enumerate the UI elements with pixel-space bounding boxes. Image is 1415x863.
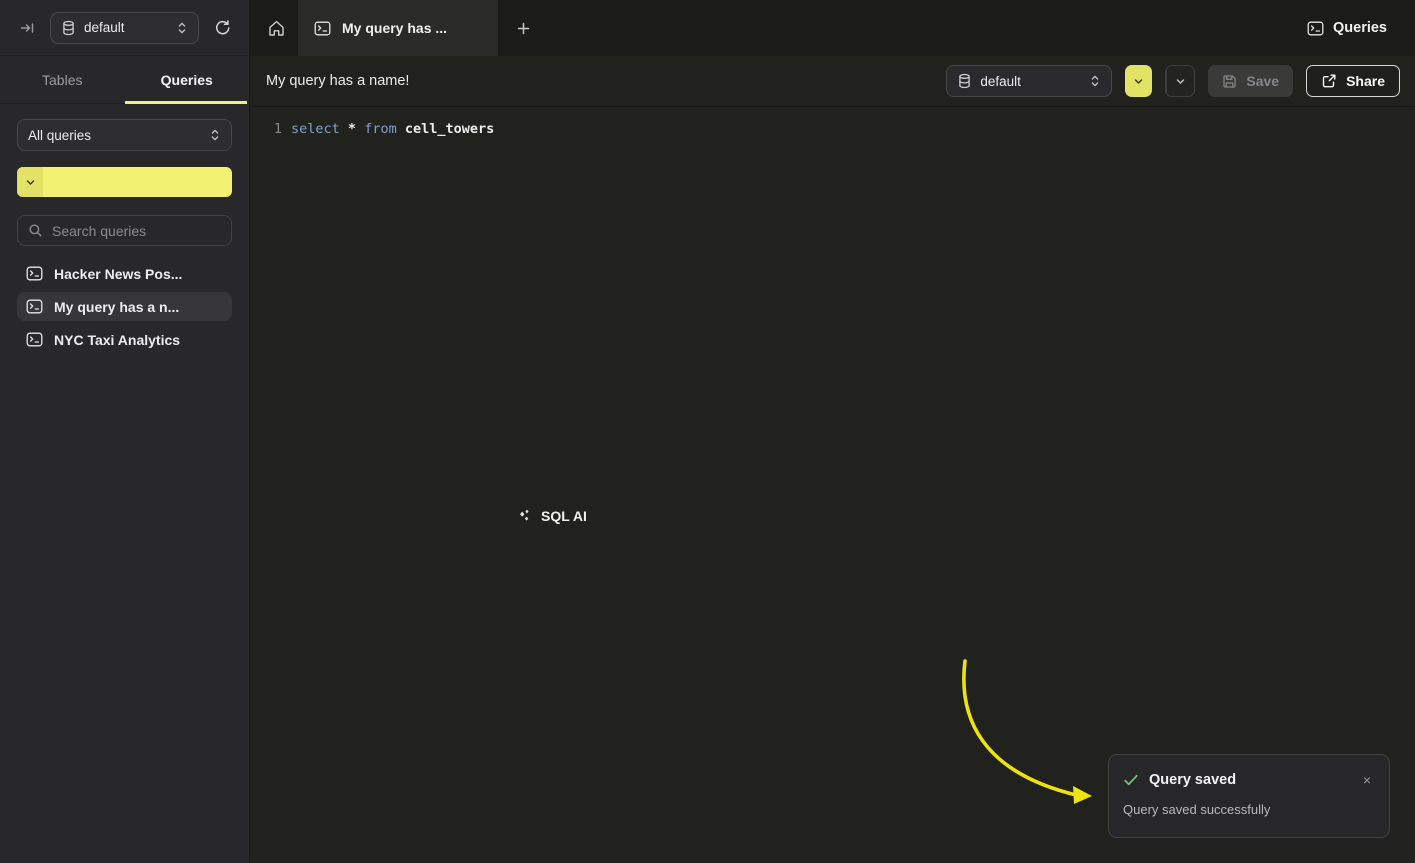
saved-queries-list: Hacker News Pos... My query has a n... [17, 259, 232, 354]
sidebar-tab-tables[interactable]: Tables [0, 56, 125, 103]
sidebar-tab-queries-label: Queries [161, 72, 213, 88]
query-toolbar: My query has a name! default [251, 56, 1415, 107]
share-button[interactable]: Share [1306, 65, 1400, 97]
chevron-down-icon [1175, 76, 1186, 87]
query-filter-value: All queries [28, 128, 201, 143]
queries-panel-button[interactable]: Queries [1307, 0, 1415, 56]
toast-close-button[interactable]: × [1359, 771, 1375, 789]
database-selector-value: default [84, 20, 168, 35]
new-tab-button[interactable] [508, 13, 538, 43]
home-icon [267, 19, 286, 38]
query-title: My query has a name! [266, 73, 409, 89]
save-floppy-icon [1222, 74, 1237, 89]
new-query-dropdown[interactable] [17, 167, 43, 197]
toolbar-database-selector[interactable]: default [946, 65, 1112, 97]
main-panel: My query has a name! default [251, 56, 1415, 863]
tab-strip: My query has ... Queries [250, 0, 1415, 56]
home-button[interactable] [262, 13, 290, 43]
plus-icon [516, 21, 531, 36]
query-terminal-icon [26, 266, 43, 281]
collapse-sidebar-icon [19, 20, 36, 36]
top-bar: default [0, 0, 1415, 56]
new-query-button[interactable]: New query [17, 167, 232, 197]
run-options-dropdown[interactable] [1125, 65, 1152, 97]
line-number: 1 [268, 119, 282, 139]
query-terminal-icon [26, 299, 43, 314]
sidebar-tabs: Tables Queries [0, 56, 249, 104]
toast-message: Query saved successfully [1123, 802, 1375, 817]
toolbar-database-value: default [980, 74, 1081, 89]
run-button[interactable]: Run [1125, 65, 1152, 97]
queries-panel-label: Queries [1333, 20, 1387, 36]
query-list-item[interactable]: My query has a n... [17, 292, 232, 321]
sidebar: Tables Queries All queries New query [0, 56, 250, 863]
tab-my-query[interactable]: My query has ... [298, 0, 498, 56]
search-queries-input[interactable] [52, 223, 233, 239]
database-selector[interactable]: default [50, 12, 199, 44]
refresh-icon [214, 19, 231, 36]
query-list-item-label: Hacker News Pos... [54, 266, 182, 282]
query-terminal-icon [314, 21, 331, 36]
database-icon [61, 20, 76, 36]
share-label: Share [1346, 73, 1385, 89]
collapse-sidebar-button[interactable] [12, 13, 42, 43]
sql-ai-button[interactable]: SQL AI [1165, 65, 1195, 97]
search-icon [28, 223, 43, 238]
chevron-updown-icon [176, 21, 188, 35]
query-terminal-icon [26, 332, 43, 347]
sql-ai-dropdown[interactable] [1166, 66, 1194, 96]
toast-title: Query saved [1149, 772, 1349, 788]
query-list-item-label: My query has a n... [54, 299, 179, 315]
save-label: Save [1246, 73, 1279, 89]
chevron-updown-icon [1089, 74, 1101, 88]
database-icon [957, 73, 972, 89]
save-button[interactable]: Save [1208, 65, 1293, 97]
chevron-updown-icon [209, 128, 221, 142]
sidebar-tab-queries[interactable]: Queries [125, 56, 250, 103]
toast-query-saved: Query saved × Query saved successfully [1108, 754, 1390, 838]
tab-label: My query has ... [342, 20, 447, 36]
query-filter-select[interactable]: All queries [17, 119, 232, 151]
queries-terminal-icon [1307, 21, 1324, 36]
share-icon [1321, 73, 1337, 89]
refresh-button[interactable] [207, 13, 237, 43]
query-list-item-label: NYC Taxi Analytics [54, 332, 180, 348]
sidebar-tab-tables-label: Tables [42, 72, 82, 88]
query-list-item[interactable]: NYC Taxi Analytics [17, 325, 232, 354]
search-queries-box [17, 215, 232, 246]
sidebar-header: default [0, 0, 250, 56]
chevron-down-icon [25, 177, 36, 188]
check-icon [1123, 773, 1139, 787]
chevron-down-icon [1133, 76, 1144, 87]
query-list-item[interactable]: Hacker News Pos... [17, 259, 232, 288]
